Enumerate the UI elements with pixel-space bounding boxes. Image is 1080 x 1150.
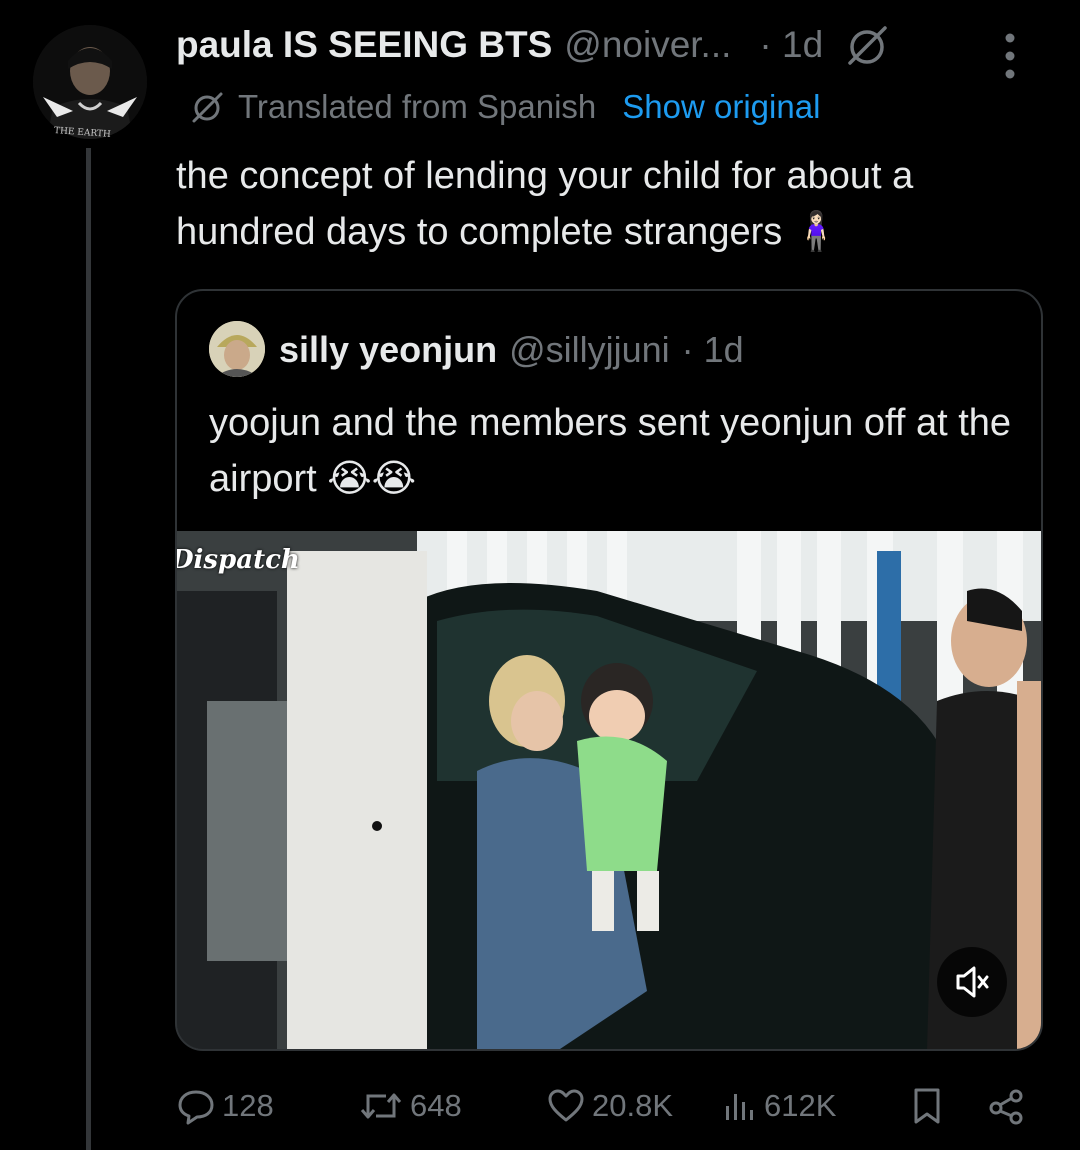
translate-icon <box>192 92 223 123</box>
quote-author-handle[interactable]: @sillyjjuni <box>509 329 670 371</box>
views-icon <box>726 1094 753 1120</box>
translated-note: Translated from Spanish <box>238 88 597 125</box>
share-icon <box>989 1089 1023 1125</box>
repost-count: 648 <box>410 1088 462 1123</box>
author-avatar[interactable] <box>33 25 147 139</box>
mute-button[interactable] <box>937 947 1007 1017</box>
tweet-time[interactable]: · 1d <box>759 24 823 66</box>
bookmark-button[interactable] <box>910 1080 950 1132</box>
reply-icon <box>178 1090 214 1125</box>
quote-header: silly yeonjun @sillyjjuni · 1d <box>279 325 744 375</box>
tweet-text: the concept of lending your child for ab… <box>176 155 914 253</box>
quote-text: yoojun and the members sent yeonjun off … <box>209 402 1012 500</box>
quote-author-name[interactable]: silly yeonjun <box>279 329 497 371</box>
views-button[interactable]: 612K <box>722 1080 836 1132</box>
translation-row: Translated from Spanish Show original <box>190 86 820 128</box>
media-watermark: Dispatch <box>177 545 300 575</box>
reply-count: 128 <box>222 1088 274 1123</box>
tweet-header: paula IS SEEING BTS @noiver... · 1d <box>176 20 1060 79</box>
like-count: 20.8K <box>592 1088 674 1123</box>
tweet-actions: 128 648 20.8K 612K <box>176 1080 1036 1132</box>
show-original-link[interactable]: Show original <box>622 88 820 126</box>
repost-button[interactable]: 648 <box>358 1080 462 1132</box>
quote-time[interactable]: · 1d <box>682 329 744 371</box>
grok-icon[interactable] <box>845 23 889 67</box>
quote-video[interactable]: Dispatch <box>177 531 1041 1049</box>
more-icon[interactable] <box>1000 28 1020 84</box>
reply-button[interactable]: 128 <box>176 1080 274 1132</box>
repost-icon <box>360 1093 402 1119</box>
bookmark-icon <box>914 1088 940 1124</box>
heart-icon <box>548 1089 584 1122</box>
muted-speaker-icon <box>956 966 989 998</box>
thread-line <box>86 148 91 1150</box>
like-button[interactable]: 20.8K <box>546 1080 673 1132</box>
author-handle[interactable]: @noiver... <box>564 24 731 66</box>
view-count: 612K <box>764 1088 837 1123</box>
share-button[interactable] <box>986 1080 1032 1132</box>
quote-author-avatar[interactable] <box>209 321 265 377</box>
author-name[interactable]: paula IS SEEING BTS <box>176 24 552 66</box>
quoted-tweet[interactable]: silly yeonjun @sillyjjuni · 1d yoojun an… <box>175 289 1043 1051</box>
